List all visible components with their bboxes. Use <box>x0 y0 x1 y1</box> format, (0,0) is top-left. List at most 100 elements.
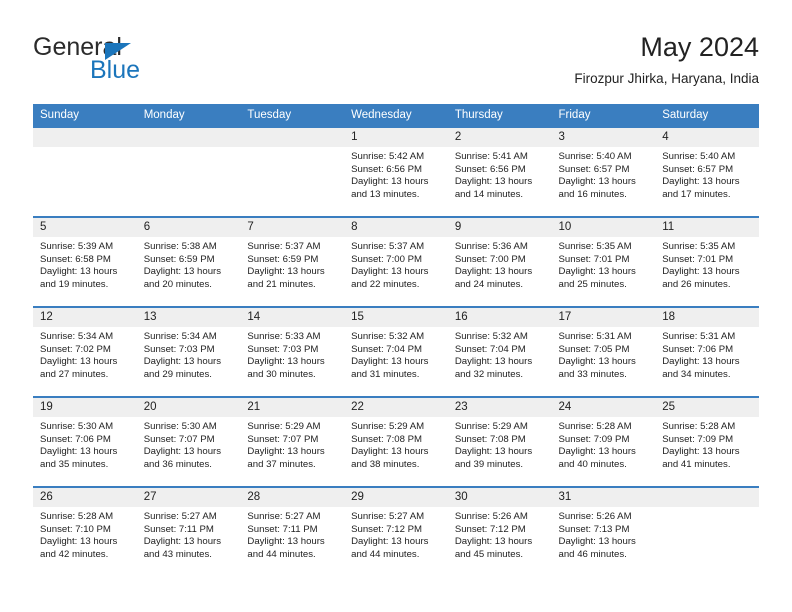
calendar-day-cell[interactable]: 7 Sunrise: 5:37 AM Sunset: 6:59 PM Daylight… <box>240 216 345 307</box>
calendar-day-cell[interactable]: 23 Sunrise: 5:29 AM Sunset: 7:08 PM Dayligh… <box>447 396 552 487</box>
sunrise-text: Sunrise: 5:30 AM <box>143 421 217 432</box>
day-cell-content: 29 Sunrise: 5:27 AM Sunset: 7:12 PM Dayligh… <box>344 488 448 576</box>
day-sun-info: Sunrise: 5:40 AM Sunset: 6:57 PM Daylight:… <box>655 147 759 201</box>
day-cell-content <box>33 128 137 216</box>
day-number <box>240 128 345 147</box>
calendar-day-cell[interactable]: 24 Sunrise: 5:28 AM Sunset: 7:09 PM Dayligh… <box>551 396 656 487</box>
day-sun-info: Sunrise: 5:28 AM Sunset: 7:09 PM Daylight:… <box>655 417 759 471</box>
sunset-text: Sunset: 7:08 PM <box>454 433 526 445</box>
sunset-text: Sunset: 7:11 PM <box>247 523 318 535</box>
sunset-text: Sunset: 7:05 PM <box>558 343 630 355</box>
sunrise-text: Sunrise: 5:30 AM <box>40 421 114 432</box>
calendar-day-cell[interactable]: 9 Sunrise: 5:36 AM Sunset: 7:00 PM Daylight… <box>447 216 552 307</box>
daylight-text: Daylight: 13 hours and 36 minutes. <box>143 446 222 470</box>
day-cell-content: 6 Sunrise: 5:38 AM Sunset: 6:59 PM Daylight… <box>136 218 241 306</box>
day-sun-info: Sunrise: 5:27 AM Sunset: 7:11 PM Daylight:… <box>137 507 241 561</box>
sunrise-text: Sunrise: 5:34 AM <box>40 331 114 342</box>
day-cell-content: 22 Sunrise: 5:29 AM Sunset: 7:08 PM Dayligh… <box>344 398 448 486</box>
calendar-day-cell[interactable]: 21 Sunrise: 5:29 AM Sunset: 7:07 PM Dayligh… <box>240 396 345 487</box>
sunrise-text: Sunrise: 5:37 AM <box>351 241 425 252</box>
day-sun-info: Sunrise: 5:31 AM Sunset: 7:06 PM Daylight:… <box>655 327 759 381</box>
sunset-text: Sunset: 7:01 PM <box>558 253 630 265</box>
day-sun-info: Sunrise: 5:29 AM Sunset: 7:08 PM Daylight:… <box>448 417 552 471</box>
sunrise-text: Sunrise: 5:37 AM <box>247 241 321 252</box>
day-number: 2 <box>447 128 552 147</box>
day-cell-content: 25 Sunrise: 5:28 AM Sunset: 7:09 PM Dayligh… <box>655 398 759 486</box>
day-sun-info: Sunrise: 5:40 AM Sunset: 6:57 PM Daylight:… <box>552 147 656 201</box>
sunrise-text: Sunrise: 5:40 AM <box>558 151 632 162</box>
day-sun-info: Sunrise: 5:30 AM Sunset: 7:07 PM Daylight:… <box>137 417 241 471</box>
calendar-day-cell[interactable]: 30 Sunrise: 5:26 AM Sunset: 7:12 PM Dayligh… <box>447 486 552 576</box>
sunset-text: Sunset: 6:58 PM <box>40 253 111 265</box>
sunset-text: Sunset: 7:02 PM <box>40 343 111 355</box>
day-sun-info: Sunrise: 5:37 AM Sunset: 6:59 PM Daylight:… <box>240 237 344 291</box>
daylight-text: Daylight: 13 hours and 45 minutes. <box>454 536 533 560</box>
calendar-day-cell[interactable]: 17 Sunrise: 5:31 AM Sunset: 7:05 PM Dayligh… <box>551 306 656 397</box>
daylight-text: Daylight: 13 hours and 37 minutes. <box>247 446 325 470</box>
general-blue-logo: General Blue <box>33 34 233 92</box>
calendar-day-cell[interactable]: 26 Sunrise: 5:28 AM Sunset: 7:10 PM Dayligh… <box>33 486 137 576</box>
calendar-day-cell[interactable]: 14 Sunrise: 5:33 AM Sunset: 7:03 PM Dayligh… <box>240 306 345 397</box>
calendar-day-cell[interactable]: 31 Sunrise: 5:26 AM Sunset: 7:13 PM Dayligh… <box>551 486 656 576</box>
calendar-day-cell[interactable]: 8 Sunrise: 5:37 AM Sunset: 7:00 PM Daylight… <box>344 216 448 307</box>
calendar-day-cell[interactable]: 3 Sunrise: 5:40 AM Sunset: 6:57 PM Daylight… <box>551 126 656 217</box>
day-sun-info: Sunrise: 5:27 AM Sunset: 7:12 PM Daylight:… <box>344 507 448 561</box>
day-cell-content: 2 Sunrise: 5:41 AM Sunset: 6:56 PM Daylight… <box>447 128 552 216</box>
calendar-day-cell[interactable]: 11 Sunrise: 5:35 AM Sunset: 7:01 PM Dayligh… <box>655 216 759 307</box>
calendar-day-cell[interactable]: 28 Sunrise: 5:27 AM Sunset: 7:11 PM Dayligh… <box>240 486 345 576</box>
calendar-day-cell-empty <box>240 126 345 217</box>
triangle-icon <box>105 43 131 60</box>
day-cell-content: 28 Sunrise: 5:27 AM Sunset: 7:11 PM Dayligh… <box>240 488 345 576</box>
sunset-text: Sunset: 7:13 PM <box>558 523 630 535</box>
day-number: 15 <box>344 308 448 327</box>
day-number: 13 <box>136 308 241 327</box>
day-cell-content: 5 Sunrise: 5:39 AM Sunset: 6:58 PM Daylight… <box>33 218 137 306</box>
daylight-text: Daylight: 13 hours and 31 minutes. <box>351 356 429 380</box>
calendar-day-cell[interactable]: 27 Sunrise: 5:27 AM Sunset: 7:11 PM Dayligh… <box>136 486 241 576</box>
calendar-day-cell[interactable]: 22 Sunrise: 5:29 AM Sunset: 7:08 PM Dayligh… <box>344 396 448 487</box>
sunset-text: Sunset: 7:07 PM <box>143 433 215 445</box>
day-number: 3 <box>551 128 656 147</box>
daylight-text: Daylight: 13 hours and 20 minutes. <box>143 266 222 290</box>
day-sun-info: Sunrise: 5:38 AM Sunset: 6:59 PM Daylight:… <box>137 237 241 291</box>
weekday-header-monday: Monday <box>136 104 241 127</box>
calendar-day-cell[interactable]: 5 Sunrise: 5:39 AM Sunset: 6:58 PM Daylight… <box>33 216 137 307</box>
day-cell-content: 1 Sunrise: 5:42 AM Sunset: 6:56 PM Daylight… <box>344 128 448 216</box>
calendar-day-cell[interactable]: 25 Sunrise: 5:28 AM Sunset: 7:09 PM Dayligh… <box>655 396 759 487</box>
sunset-text: Sunset: 7:12 PM <box>454 523 526 535</box>
calendar-day-cell[interactable]: 19 Sunrise: 5:30 AM Sunset: 7:06 PM Dayligh… <box>33 396 137 487</box>
day-number: 12 <box>33 308 137 327</box>
daylight-text: Daylight: 13 hours and 22 minutes. <box>351 266 429 290</box>
calendar-week-row: 26 Sunrise: 5:28 AM Sunset: 7:10 PM Dayligh… <box>33 486 759 576</box>
page-header: General Blue May 2024 Firozpur Jhirka, H… <box>33 30 759 98</box>
calendar-day-cell[interactable]: 6 Sunrise: 5:38 AM Sunset: 6:59 PM Daylight… <box>136 216 241 307</box>
sunrise-text: Sunrise: 5:28 AM <box>558 421 632 432</box>
day-cell-content: 3 Sunrise: 5:40 AM Sunset: 6:57 PM Daylight… <box>551 128 656 216</box>
daylight-text: Daylight: 13 hours and 39 minutes. <box>454 446 533 470</box>
weekday-header-thursday: Thursday <box>447 104 552 127</box>
daylight-text: Daylight: 13 hours and 42 minutes. <box>40 536 118 560</box>
daylight-text: Daylight: 13 hours and 41 minutes. <box>662 446 740 470</box>
calendar-day-cell-empty <box>136 126 241 217</box>
daylight-text: Daylight: 13 hours and 29 minutes. <box>143 356 222 380</box>
calendar-day-cell[interactable]: 1 Sunrise: 5:42 AM Sunset: 6:56 PM Daylight… <box>344 126 448 217</box>
daylight-text: Daylight: 13 hours and 34 minutes. <box>662 356 740 380</box>
day-sun-info: Sunrise: 5:42 AM Sunset: 6:56 PM Daylight:… <box>344 147 448 201</box>
calendar-body: 1 Sunrise: 5:42 AM Sunset: 6:56 PM Daylight… <box>33 126 759 576</box>
calendar-day-cell[interactable]: 20 Sunrise: 5:30 AM Sunset: 7:07 PM Dayligh… <box>136 396 241 487</box>
calendar-day-cell[interactable]: 12 Sunrise: 5:34 AM Sunset: 7:02 PM Dayligh… <box>33 306 137 397</box>
calendar-day-cell[interactable]: 2 Sunrise: 5:41 AM Sunset: 6:56 PM Daylight… <box>447 126 552 217</box>
calendar-day-cell[interactable]: 10 Sunrise: 5:35 AM Sunset: 7:01 PM Dayligh… <box>551 216 656 307</box>
calendar-day-cell[interactable]: 4 Sunrise: 5:40 AM Sunset: 6:57 PM Daylight… <box>655 126 759 217</box>
sunset-text: Sunset: 7:00 PM <box>351 253 423 265</box>
day-number: 20 <box>136 398 241 417</box>
calendar-day-cell[interactable]: 18 Sunrise: 5:31 AM Sunset: 7:06 PM Dayligh… <box>655 306 759 397</box>
calendar-day-cell[interactable]: 29 Sunrise: 5:27 AM Sunset: 7:12 PM Dayligh… <box>344 486 448 576</box>
calendar-day-cell[interactable]: 15 Sunrise: 5:32 AM Sunset: 7:04 PM Dayligh… <box>344 306 448 397</box>
day-number: 29 <box>344 488 448 507</box>
calendar-day-cell[interactable]: 13 Sunrise: 5:34 AM Sunset: 7:03 PM Dayligh… <box>136 306 241 397</box>
sunrise-text: Sunrise: 5:40 AM <box>662 151 736 162</box>
calendar-day-cell[interactable]: 16 Sunrise: 5:32 AM Sunset: 7:04 PM Dayligh… <box>447 306 552 397</box>
day-sun-info: Sunrise: 5:34 AM Sunset: 7:02 PM Daylight:… <box>33 327 137 381</box>
day-number: 10 <box>551 218 656 237</box>
